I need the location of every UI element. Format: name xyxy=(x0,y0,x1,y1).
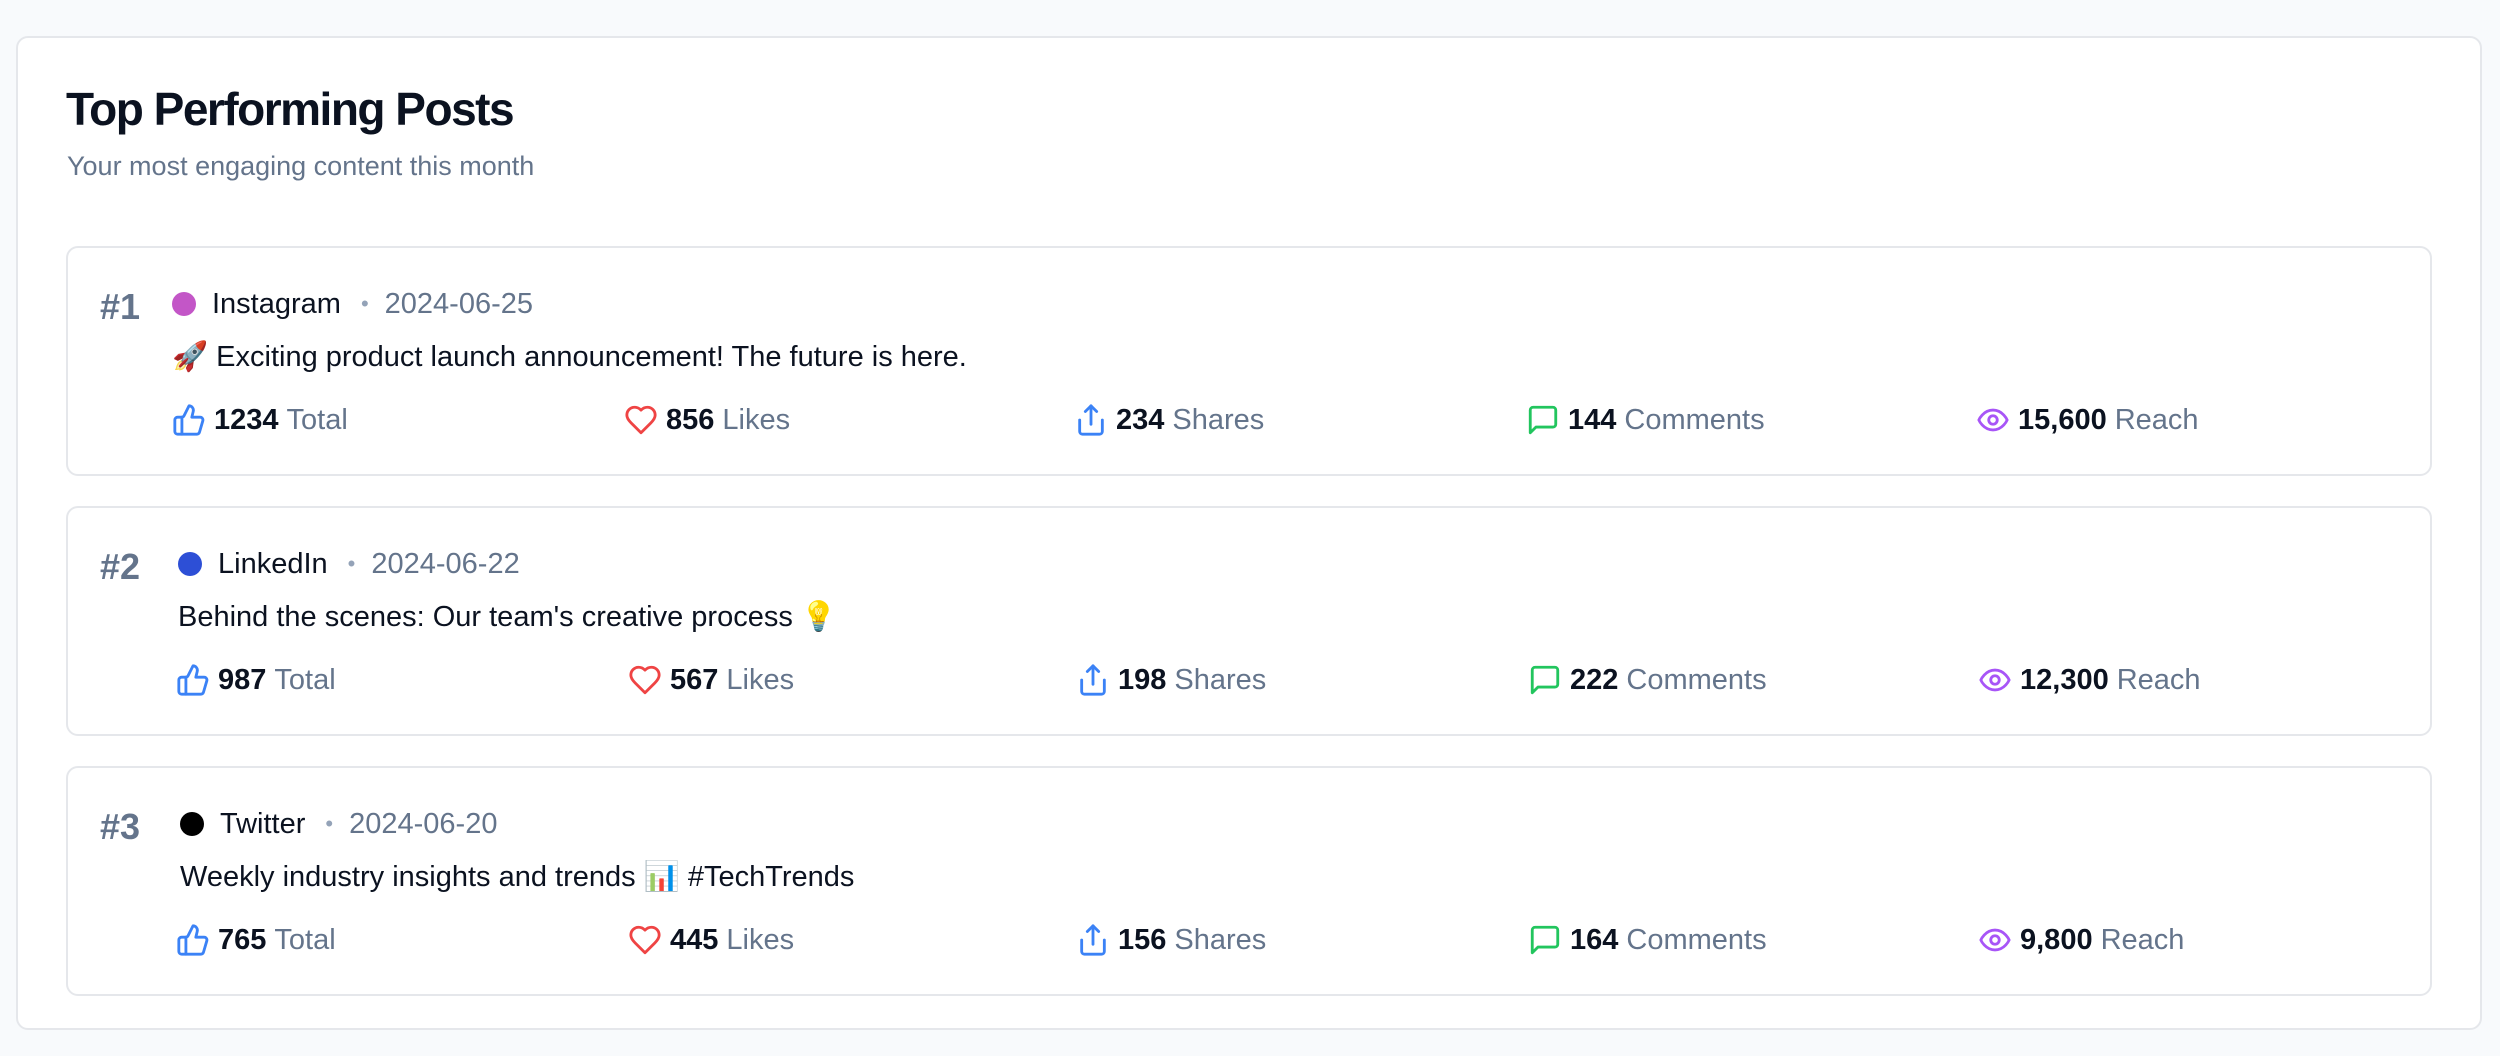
post-date: 2024-06-25 xyxy=(384,287,533,320)
post-item[interactable]: #2 LinkedIn • 2024-06-22 Behind the scen… xyxy=(66,506,2432,736)
reach-label: Reach xyxy=(2116,663,2201,696)
post-rank: #3 xyxy=(100,806,141,847)
metric-total: 1234 Total xyxy=(172,400,348,440)
metric-shares: 156 Shares xyxy=(1076,920,1266,960)
metric-reach: 12,300 Reach xyxy=(1978,660,2201,700)
metric-likes: 856 Likes xyxy=(624,400,790,440)
heart-icon xyxy=(625,405,657,435)
shares-label: Shares xyxy=(1172,403,1265,436)
metric-likes: 567 Likes xyxy=(628,660,794,700)
post-content: Weekly industry insights and trends 📊 #T… xyxy=(180,861,855,893)
comments-value: 144 xyxy=(1568,403,1617,436)
total-label: Total xyxy=(274,923,336,956)
separator: • xyxy=(325,811,334,836)
post-rank: #1 xyxy=(100,286,141,327)
platform-dot xyxy=(180,812,204,836)
shares-value: 198 xyxy=(1118,663,1167,696)
shares-value: 234 xyxy=(1116,403,1165,436)
comments-label: Comments xyxy=(1626,663,1767,696)
reach-value: 15,600 xyxy=(2018,403,2107,436)
likes-value: 856 xyxy=(666,403,715,436)
platform-name: Twitter xyxy=(220,807,306,840)
share-icon xyxy=(1080,664,1106,696)
platform-name: LinkedIn xyxy=(218,547,328,580)
likes-value: 445 xyxy=(670,923,719,956)
metric-comments: 222 Comments xyxy=(1528,660,1767,700)
platform-dot xyxy=(172,292,196,316)
total-value: 1234 xyxy=(214,403,279,436)
post-rank: #2 xyxy=(100,546,141,587)
comment-icon xyxy=(1530,665,1560,695)
reach-value: 12,300 xyxy=(2020,663,2109,696)
likes-label: Likes xyxy=(726,663,795,696)
post-content: Behind the scenes: Our team's creative p… xyxy=(178,601,837,633)
post-header: Instagram • 2024-06-25 xyxy=(172,284,533,324)
metric-comments: 164 Comments xyxy=(1528,920,1767,960)
platform-dot xyxy=(178,552,202,576)
post-item[interactable]: #3 Twitter • 2024-06-20 Weekly industry … xyxy=(66,766,2432,996)
comment-icon xyxy=(1530,925,1560,955)
comments-value: 164 xyxy=(1570,923,1619,956)
metric-shares: 198 Shares xyxy=(1076,660,1266,700)
card-title: Top Performing Posts xyxy=(66,83,515,135)
platform-name: Instagram xyxy=(212,287,341,320)
shares-value: 156 xyxy=(1118,923,1167,956)
separator: • xyxy=(347,551,356,576)
share-icon xyxy=(1080,924,1106,956)
total-label: Total xyxy=(286,403,348,436)
eye-icon xyxy=(1979,928,2011,952)
eye-icon xyxy=(1979,668,2011,692)
reach-value: 9,800 xyxy=(2020,923,2093,956)
post-date: 2024-06-20 xyxy=(349,807,498,840)
metric-reach: 15,600 Reach xyxy=(1976,400,2199,440)
thumbs-up-icon xyxy=(173,404,205,436)
total-value: 765 xyxy=(218,923,267,956)
metric-total: 765 Total xyxy=(176,920,336,960)
post-content: 🚀 Exciting product launch announcement! … xyxy=(172,341,967,373)
comments-label: Comments xyxy=(1626,923,1767,956)
post-header: LinkedIn • 2024-06-22 xyxy=(178,544,520,584)
total-label: Total xyxy=(274,663,336,696)
share-icon xyxy=(1078,404,1104,436)
shares-label: Shares xyxy=(1174,923,1267,956)
reach-label: Reach xyxy=(2114,403,2199,436)
likes-label: Likes xyxy=(726,923,795,956)
card-subtitle: Your most engaging content this month xyxy=(67,151,535,181)
likes-value: 567 xyxy=(670,663,719,696)
shares-label: Shares xyxy=(1174,663,1267,696)
metric-total: 987 Total xyxy=(176,660,336,700)
heart-icon xyxy=(629,925,661,955)
metric-reach: 9,800 Reach xyxy=(1978,920,2184,960)
comment-icon xyxy=(1528,405,1558,435)
post-date: 2024-06-22 xyxy=(371,547,520,580)
metric-likes: 445 Likes xyxy=(628,920,794,960)
eye-icon xyxy=(1977,408,2009,432)
post-item[interactable]: #1 Instagram • 2024-06-25 🚀 Exciting pro… xyxy=(66,246,2432,476)
thumbs-up-icon xyxy=(177,664,209,696)
thumbs-up-icon xyxy=(177,924,209,956)
heart-icon xyxy=(629,665,661,695)
reach-label: Reach xyxy=(2100,923,2185,956)
likes-label: Likes xyxy=(722,403,791,436)
comments-label: Comments xyxy=(1624,403,1765,436)
post-header: Twitter • 2024-06-20 xyxy=(180,804,497,844)
metric-comments: 144 Comments xyxy=(1526,400,1765,440)
metric-shares: 234 Shares xyxy=(1074,400,1264,440)
total-value: 987 xyxy=(218,663,267,696)
top-posts-card: Top Performing Posts Your most engaging … xyxy=(16,36,2482,1030)
separator: • xyxy=(360,291,369,316)
comments-value: 222 xyxy=(1570,663,1619,696)
